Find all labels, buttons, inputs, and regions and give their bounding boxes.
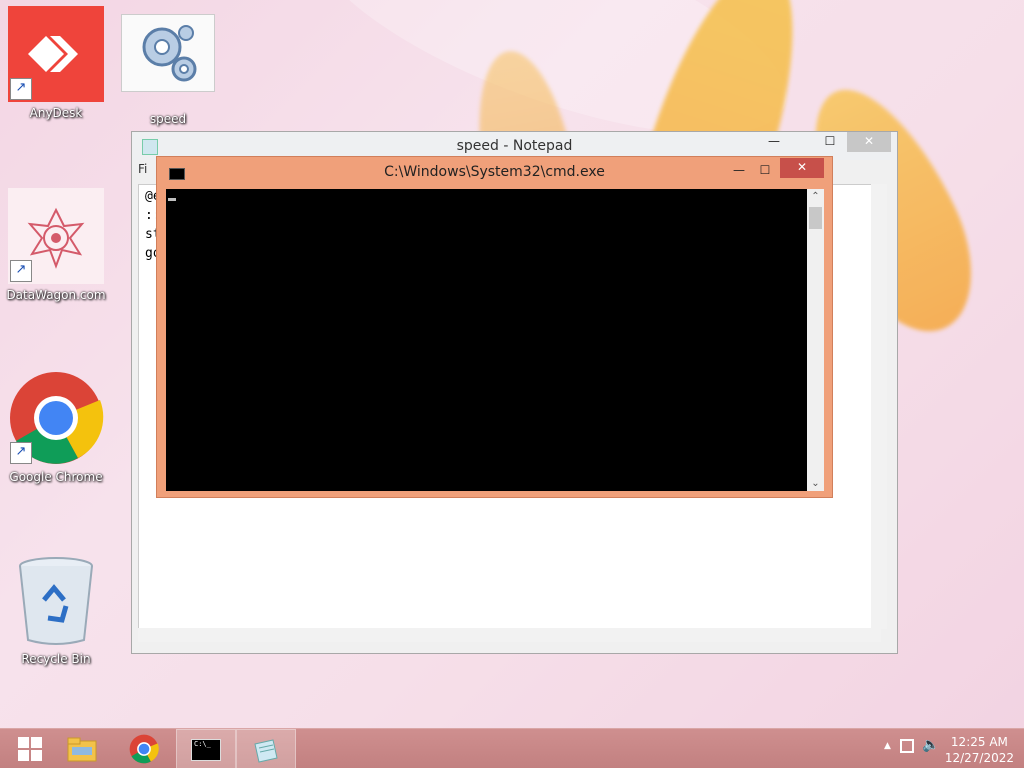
datawagon-icon: ↗	[8, 188, 104, 284]
vertical-scrollbar[interactable]: ⌃ ⌄	[807, 189, 824, 491]
menu-file[interactable]: Fi	[138, 162, 147, 182]
desktop-icon-label: DataWagon.com	[6, 288, 106, 302]
minimize-button[interactable]: —	[726, 161, 752, 181]
taskbar: C:\_ ▲ 🔈 12:25 AM 12/27/2022	[0, 728, 1024, 768]
notepad-icon	[254, 739, 278, 763]
horizontal-scrollbar[interactable]	[138, 628, 881, 642]
show-hidden-icons-icon[interactable]: ▲	[884, 741, 891, 751]
scroll-down-icon[interactable]: ⌄	[807, 478, 824, 489]
windows-logo-icon	[18, 737, 42, 761]
anydesk-icon: ↗	[8, 6, 104, 102]
shortcut-arrow-icon: ↗	[10, 78, 32, 100]
minimize-button[interactable]: —	[759, 132, 789, 152]
recycle-bin-icon	[8, 552, 104, 648]
system-tray: ▲ 🔈 12:25 AM 12/27/2022	[864, 729, 1024, 768]
chrome-icon	[129, 734, 159, 764]
desktop-icon-label: speed	[149, 112, 187, 126]
shortcut-arrow-icon: ↗	[10, 260, 32, 282]
desktop-icon-anydesk[interactable]: ↗ AnyDesk	[6, 6, 106, 120]
clock[interactable]: 12:25 AM 12/27/2022	[945, 734, 1014, 766]
close-button[interactable]: ✕	[780, 158, 824, 178]
desktop-icon-label: AnyDesk	[29, 106, 83, 120]
console-output[interactable]	[166, 189, 807, 491]
desktop-icon-recycle-bin[interactable]: Recycle Bin	[6, 552, 106, 666]
chrome-icon: ↗	[8, 370, 104, 466]
start-button[interactable]	[0, 729, 60, 768]
folder-icon	[67, 737, 97, 762]
vertical-scrollbar[interactable]	[871, 184, 887, 629]
gear-icon	[121, 14, 215, 92]
network-icon[interactable]	[900, 739, 914, 753]
cmd-icon: C:\_	[191, 739, 221, 761]
desktop-icon-datawagon[interactable]: ↗ DataWagon.com	[6, 188, 106, 302]
clock-time: 12:25 AM	[950, 735, 1008, 749]
maximize-button[interactable]: ☐	[752, 161, 778, 181]
desktop-icon-chrome[interactable]: ↗ Google Chrome	[6, 370, 106, 484]
taskbar-notepad[interactable]	[236, 729, 296, 768]
desktop-icon-label: Recycle Bin	[21, 652, 91, 666]
cmd-window[interactable]: C:\Windows\System32\cmd.exe — ☐ ✕ ⌃ ⌄	[156, 156, 833, 498]
close-button[interactable]: ✕	[847, 132, 891, 152]
taskbar-file-explorer[interactable]	[52, 729, 112, 768]
desktop-icon-label: Google Chrome	[9, 470, 103, 484]
volume-icon[interactable]: 🔈	[922, 737, 939, 753]
cmd-titlebar[interactable]: C:\Windows\System32\cmd.exe — ☐ ✕	[157, 157, 832, 189]
shortcut-arrow-icon: ↗	[10, 442, 32, 464]
taskbar-cmd[interactable]: C:\_	[176, 729, 236, 768]
clock-date: 12/27/2022	[944, 751, 1014, 765]
scroll-up-icon[interactable]: ⌃	[807, 191, 824, 202]
scroll-thumb[interactable]	[809, 207, 822, 229]
maximize-button[interactable]: ☐	[815, 132, 845, 152]
taskbar-chrome[interactable]	[114, 729, 174, 768]
desktop-icon-speed[interactable]: speed	[118, 14, 218, 126]
text-cursor	[168, 198, 176, 201]
